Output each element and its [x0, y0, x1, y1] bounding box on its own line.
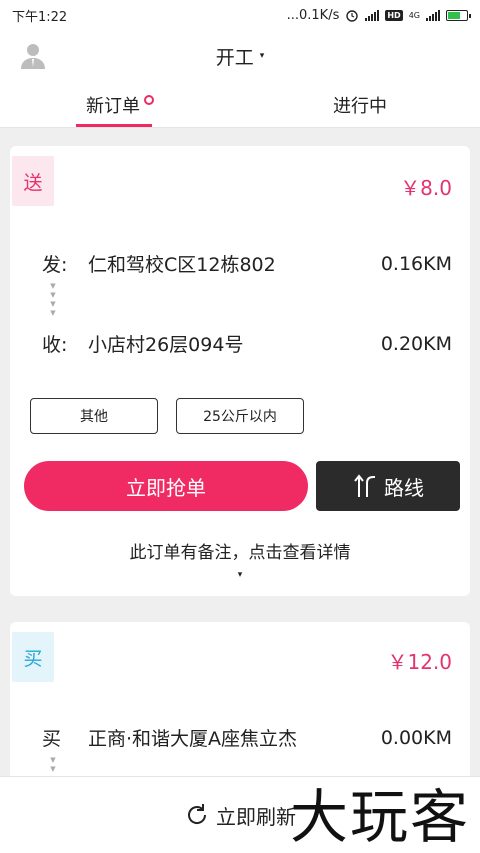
status-time: 下午1:22	[12, 9, 68, 25]
work-status-dropdown[interactable]: 开工 ▾	[216, 43, 265, 70]
tab-in-progress[interactable]: 进行中	[240, 82, 480, 127]
new-indicator-icon	[144, 94, 154, 105]
status-bar: 下午1:22 ...0.1K/s HD 4G	[0, 0, 480, 30]
dropoff-address: 小店村26层094号	[88, 334, 244, 356]
app-header: 开工 ▾	[0, 30, 480, 82]
route-button[interactable]: 路线	[316, 461, 460, 511]
user-avatar-icon[interactable]	[20, 42, 46, 70]
order-price: ￥8.0	[400, 176, 452, 200]
order-type-badge: 送	[12, 156, 54, 206]
tag-category: 其他	[30, 398, 158, 434]
tab-label: 进行中	[333, 95, 387, 117]
route-arrows-icon: ▼ ▼	[50, 756, 56, 773]
alarm-icon	[346, 10, 359, 22]
network-speed: ...0.1K/s	[286, 7, 340, 23]
chevron-down-icon: ▾	[237, 570, 243, 580]
tag-weight: 25公斤以内	[176, 398, 304, 434]
page-title: 开工	[215, 46, 254, 69]
net-type: 4G	[408, 10, 420, 20]
dropoff-distance: 0.20KM	[380, 332, 452, 355]
tab-new-orders[interactable]: 新订单	[0, 82, 240, 127]
refresh-icon	[188, 804, 207, 824]
signal-icon-2	[426, 9, 440, 21]
order-card[interactable]: 送 ￥8.0 发: 仁和驾校C区12栋802 0.16KM ▼ ▼ ▼ ▼ 收: 小店…	[10, 146, 470, 596]
buy-label: 买	[42, 728, 62, 750]
dropoff-label: 收:	[42, 334, 68, 356]
pickup-address: 仁和驾校C区12栋802	[88, 254, 276, 276]
pickup-label: 发:	[42, 254, 68, 276]
chevron-down-icon: ▾	[259, 51, 265, 61]
status-icons: ...0.1K/s HD 4G	[286, 7, 471, 23]
route-label: 路线	[384, 475, 424, 500]
tab-label: 新订单	[86, 95, 140, 117]
buy-row: 买 正商·和谐大厦A座焦立杰 0.00KM	[42, 724, 452, 751]
remark-link[interactable]: 此订单有备注，点击查看详情	[10, 538, 470, 563]
dropoff-row: 收: 小店村26层094号 0.20KM	[42, 330, 452, 357]
buy-distance: 0.00KM	[380, 726, 452, 749]
battery-icon	[446, 9, 471, 21]
buy-address: 正商·和谐大厦A座焦立杰	[88, 728, 298, 750]
refresh-bar[interactable]: 立即刷新	[0, 776, 480, 853]
order-card[interactable]: 买 ￥12.0 买 正商·和谐大厦A座焦立杰 0.00KM ▼ ▼	[10, 622, 470, 802]
order-price: ￥12.0	[387, 650, 452, 674]
pickup-row: 发: 仁和驾校C区12栋802 0.16KM	[42, 250, 452, 277]
pickup-distance: 0.16KM	[380, 252, 452, 275]
route-arrows-icon: ▼ ▼ ▼ ▼	[50, 282, 56, 317]
order-type-badge: 买	[12, 632, 54, 682]
order-tabs: 新订单 进行中	[0, 82, 480, 128]
hd-badge: HD	[385, 9, 403, 21]
route-icon	[354, 474, 375, 497]
grab-order-button[interactable]: 立即抢单	[24, 461, 308, 511]
refresh-label: 立即刷新	[216, 804, 296, 829]
signal-icon	[365, 9, 380, 21]
